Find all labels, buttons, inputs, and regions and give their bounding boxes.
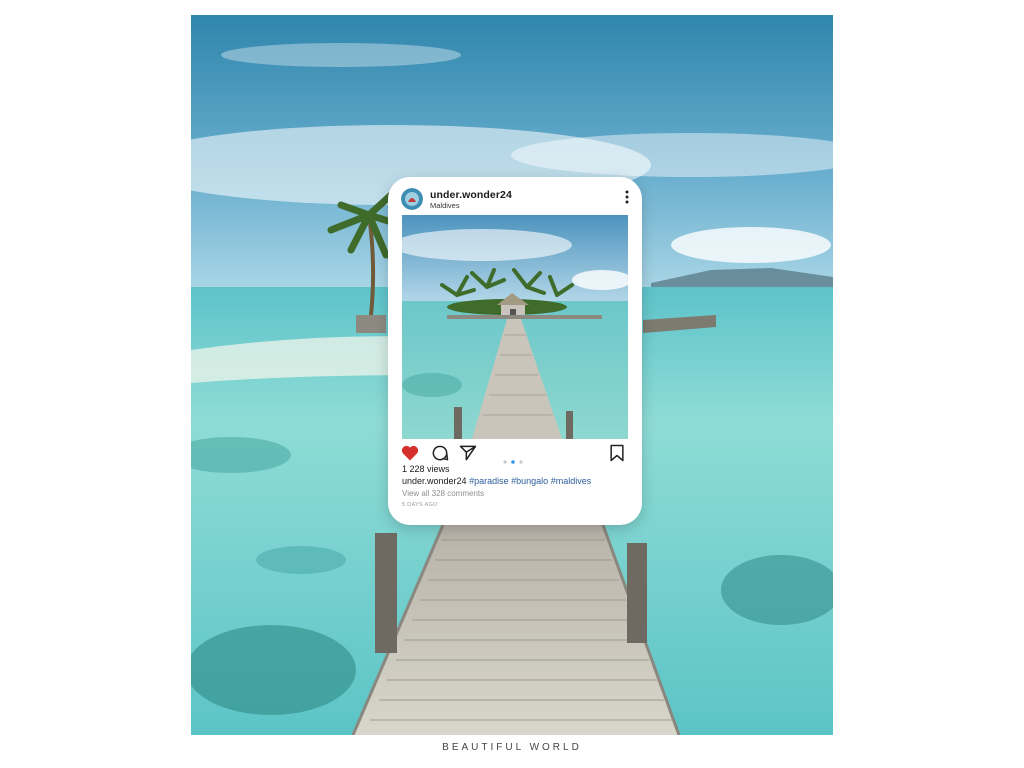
heart-icon[interactable]	[400, 443, 420, 463]
view-comments-link[interactable]: View all 328 comments	[402, 489, 484, 498]
instagram-post-card: under.wonder24 Maldives 1 228 views unde…	[388, 177, 642, 525]
post-photo[interactable]	[402, 215, 628, 439]
post-actions	[400, 443, 628, 464]
comment-icon[interactable]	[430, 443, 450, 463]
caption-username[interactable]: under.wonder24	[402, 476, 467, 486]
post-caption: under.wonder24 #paradise #bungalo #maldi…	[402, 476, 591, 486]
post-timestamp: 5 DAYS AGO	[402, 502, 438, 508]
post-username[interactable]: under.wonder24	[430, 189, 512, 201]
carousel-indicator	[503, 451, 527, 464]
bookmark-icon[interactable]	[607, 443, 627, 463]
view-count: 1 228 views	[402, 464, 450, 474]
more-vertical-icon[interactable]	[623, 189, 631, 205]
hashtag[interactable]: #maldives	[551, 476, 592, 486]
hashtag[interactable]: #bungalo	[511, 476, 548, 486]
avatar[interactable]	[401, 188, 423, 210]
footer-title: BEAUTIFUL WORLD	[442, 742, 582, 753]
hashtag[interactable]: #paradise	[469, 476, 509, 486]
post-location[interactable]: Maldives	[430, 201, 460, 210]
send-icon[interactable]	[458, 443, 478, 463]
post-header: under.wonder24 Maldives	[401, 187, 631, 211]
